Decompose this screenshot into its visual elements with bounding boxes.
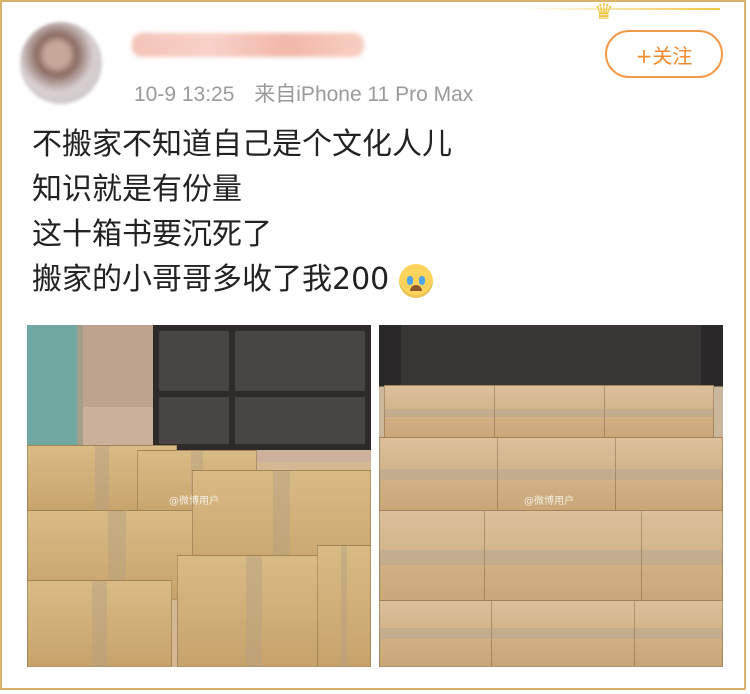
photo-watermark: @微博用户 bbox=[169, 496, 219, 507]
username-blurred[interactable] bbox=[132, 33, 364, 57]
avatar[interactable] bbox=[20, 22, 102, 104]
post-line-4: 搬家的小哥哥多收了我200 bbox=[32, 262, 390, 297]
photo-boxes-left[interactable]: @微博用户 bbox=[27, 325, 371, 667]
post-device: iPhone 11 Pro Max bbox=[296, 83, 474, 106]
photo-watermark: @微博用户 bbox=[524, 496, 574, 507]
follow-button[interactable]: +关注 bbox=[605, 30, 723, 78]
post-timestamp: 10-9 13:25 bbox=[134, 83, 235, 106]
photo-boxes-right[interactable]: @微博用户 bbox=[379, 325, 723, 667]
post-text: 不搬家不知道自己是个文化人儿 知识就是有份量 这十箱书要沉死了 搬家的小哥哥多收… bbox=[32, 122, 722, 302]
door-icon bbox=[27, 325, 83, 450]
crown-icon: ♛ bbox=[594, 0, 614, 25]
post-line-3: 这十箱书要沉死了 bbox=[32, 217, 272, 252]
crown-decoration-line bbox=[520, 8, 720, 10]
post-line-1: 不搬家不知道自己是个文化人儿 bbox=[32, 127, 452, 162]
post-line-2: 知识就是有份量 bbox=[32, 172, 242, 207]
bookshelf-icon bbox=[153, 325, 371, 450]
post-source-prefix: 来自 bbox=[254, 83, 297, 106]
crying-emoji-icon bbox=[399, 263, 434, 298]
post-meta: 10-9 13:25 来自iPhone 11 Pro Max bbox=[134, 78, 473, 108]
